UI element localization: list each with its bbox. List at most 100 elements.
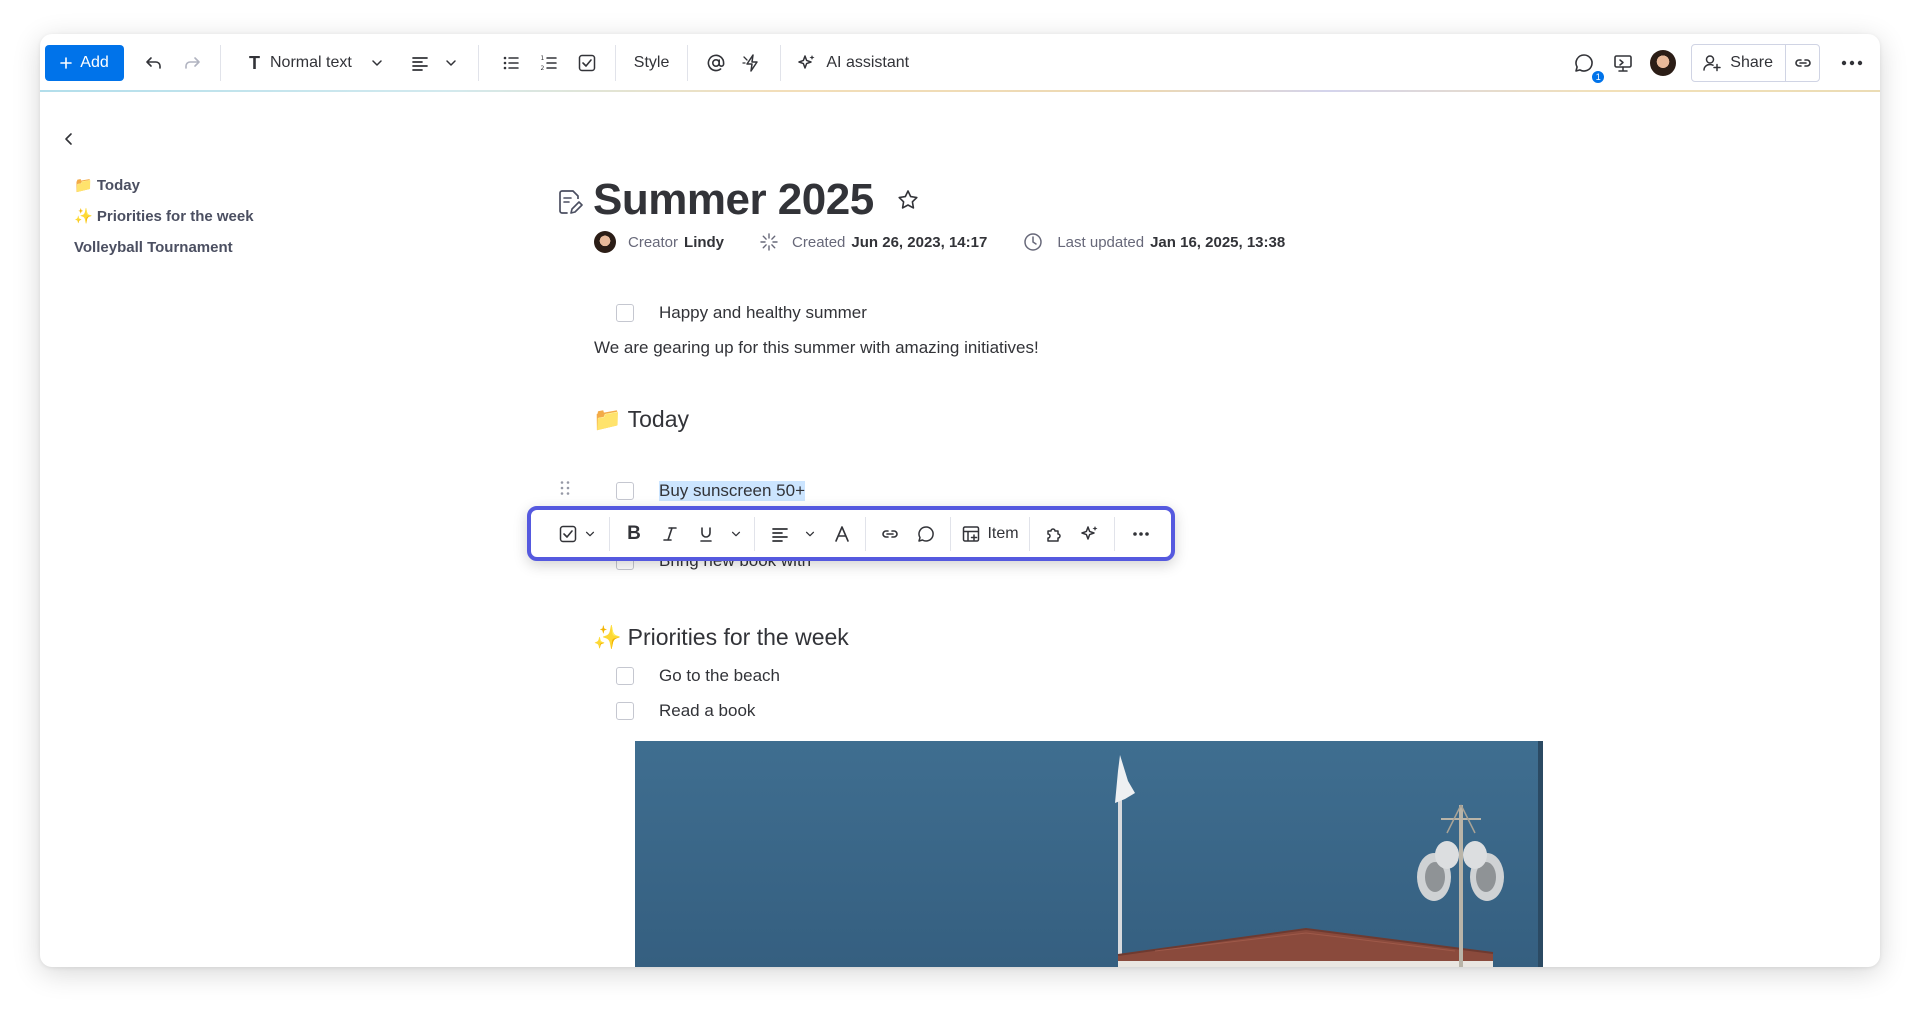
board-item-icon [963, 525, 980, 542]
numbered-list-button[interactable]: 12 [531, 45, 567, 81]
sparkles-emoji-icon: ✨ [593, 624, 622, 650]
updated-value: Jan 16, 2025, 13:38 [1150, 233, 1286, 251]
updates-button[interactable]: 1 [1566, 45, 1606, 84]
text-color-button[interactable] [825, 517, 859, 551]
alignment-dropdown[interactable] [392, 45, 468, 81]
toolbar-accent-line [40, 90, 1880, 92]
toolbar-divider [754, 516, 755, 551]
alignment-dropdown[interactable] [761, 517, 825, 551]
italic-icon [663, 526, 677, 541]
floating-format-toolbar: B Item [527, 506, 1175, 561]
toc-item-priorities[interactable]: ✨ Priorities for the week [74, 201, 254, 232]
toolbar-divider [950, 516, 951, 551]
doc-title[interactable]: Summer 2025 [593, 175, 874, 225]
at-sign-icon [708, 54, 725, 72]
more-horizontal-icon [1841, 60, 1863, 66]
link-icon [882, 529, 898, 538]
checkbox[interactable] [616, 482, 634, 500]
block-type-dropdown[interactable] [555, 517, 599, 551]
favorite-button[interactable] [896, 188, 920, 212]
created-sparkle-icon [760, 233, 778, 251]
checklist-item-text[interactable]: Read a book [659, 701, 755, 721]
toc-item-label: Today [96, 177, 140, 194]
table-of-contents: 📁 Today ✨ Priorities for the week Volley… [74, 170, 254, 263]
undo-button[interactable] [136, 45, 172, 81]
chevron-down-icon [805, 531, 815, 536]
toolbar-divider [1029, 516, 1030, 551]
checkbox[interactable] [616, 667, 634, 685]
bold-button[interactable]: B [616, 517, 652, 551]
mention-button[interactable] [698, 45, 734, 81]
create-item-button[interactable]: Item [957, 517, 1023, 551]
bulleted-list-button[interactable] [493, 45, 529, 81]
chevron-down-icon [372, 60, 382, 66]
chevron-left-icon [65, 133, 72, 145]
chevron-down-icon [731, 531, 741, 536]
checklist-button[interactable] [569, 45, 605, 81]
text-type-icon: T [249, 52, 260, 73]
share-label: Share [1730, 54, 1773, 71]
add-button[interactable]: Add [45, 45, 124, 81]
link-button[interactable] [872, 517, 908, 551]
create-item-label: Item [987, 524, 1019, 542]
section-heading-today[interactable]: 📁 Today [593, 406, 689, 433]
italic-button[interactable] [652, 517, 688, 551]
checklist-item-text[interactable]: Happy and healthy summer [659, 303, 867, 323]
creator-name[interactable]: Lindy [684, 234, 724, 251]
more-options-button[interactable] [1121, 517, 1161, 551]
toc-item-today[interactable]: 📁 Today [74, 170, 254, 201]
top-toolbar: Add T Normal text 12 Style AI assistant … [40, 34, 1880, 92]
style-button[interactable]: Style [626, 45, 678, 81]
svg-text:1: 1 [540, 55, 544, 62]
checklist-item: Happy and healthy summer [616, 303, 867, 323]
copy-link-button[interactable] [1785, 45, 1819, 81]
checkbox[interactable] [616, 702, 634, 720]
checkbox[interactable] [616, 304, 634, 322]
style-label: Style [633, 54, 670, 71]
created-value: Jun 26, 2023, 14:17 [851, 233, 988, 251]
checklist-item-text[interactable]: Go to the beach [659, 666, 780, 686]
more-text-formats-dropdown[interactable] [724, 517, 748, 551]
document-image[interactable] [635, 741, 1543, 967]
redo-button[interactable] [174, 45, 210, 81]
doc-meta: Creator Lindy Created Jun 26, 2023, 14:1… [594, 230, 1285, 254]
text-style-dropdown[interactable]: T Normal text [231, 45, 392, 81]
checklist-item: Go to the beach [616, 666, 780, 686]
chevron-down-icon [446, 60, 456, 66]
align-left-icon [772, 527, 788, 542]
presentation-icon [1614, 55, 1633, 72]
checkbox-icon [578, 54, 596, 72]
section-heading-priorities[interactable]: ✨ Priorities for the week [593, 624, 849, 651]
underline-button[interactable] [688, 517, 724, 551]
intro-paragraph[interactable]: We are gearing up for this summer with a… [594, 338, 1039, 358]
sparkle-icon [1081, 525, 1098, 540]
updated-label: Last updated [1057, 233, 1145, 251]
user-avatar-button[interactable] [1645, 45, 1681, 81]
ai-assistant-button[interactable]: AI assistant [791, 45, 915, 81]
bulleted-list-icon [503, 56, 519, 70]
clock-icon [1024, 233, 1043, 251]
ai-assistant-label: AI assistant [826, 54, 910, 71]
chevron-down-icon [585, 531, 595, 536]
integrations-button[interactable] [1036, 517, 1072, 551]
collapse-toc-button[interactable] [61, 131, 77, 147]
svg-text:2: 2 [540, 65, 544, 72]
ai-assistant-button[interactable] [1072, 517, 1108, 551]
sparkle-icon [798, 55, 815, 69]
app-window: Add T Normal text 12 Style AI assistant … [40, 34, 1880, 967]
add-button-label: Add [80, 54, 109, 71]
automation-button[interactable] [734, 45, 770, 81]
toc-item-volleyball[interactable]: Volleyball Tournament [74, 232, 254, 263]
toc-item-label: Priorities for the week [96, 208, 254, 225]
toolbar-divider [477, 45, 479, 81]
toolbar-divider [609, 516, 610, 551]
more-options-button[interactable] [1830, 45, 1874, 81]
doc-edit-icon[interactable] [557, 188, 583, 216]
checklist-item-text-selected[interactable]: Buy sunscreen 50+ [659, 481, 806, 501]
comment-button[interactable] [908, 517, 944, 551]
share-button[interactable]: Share [1692, 45, 1785, 81]
drag-handle[interactable] [559, 480, 571, 496]
present-button[interactable] [1605, 45, 1641, 81]
share-button-group: Share [1691, 44, 1820, 82]
add-person-icon [1703, 55, 1722, 72]
